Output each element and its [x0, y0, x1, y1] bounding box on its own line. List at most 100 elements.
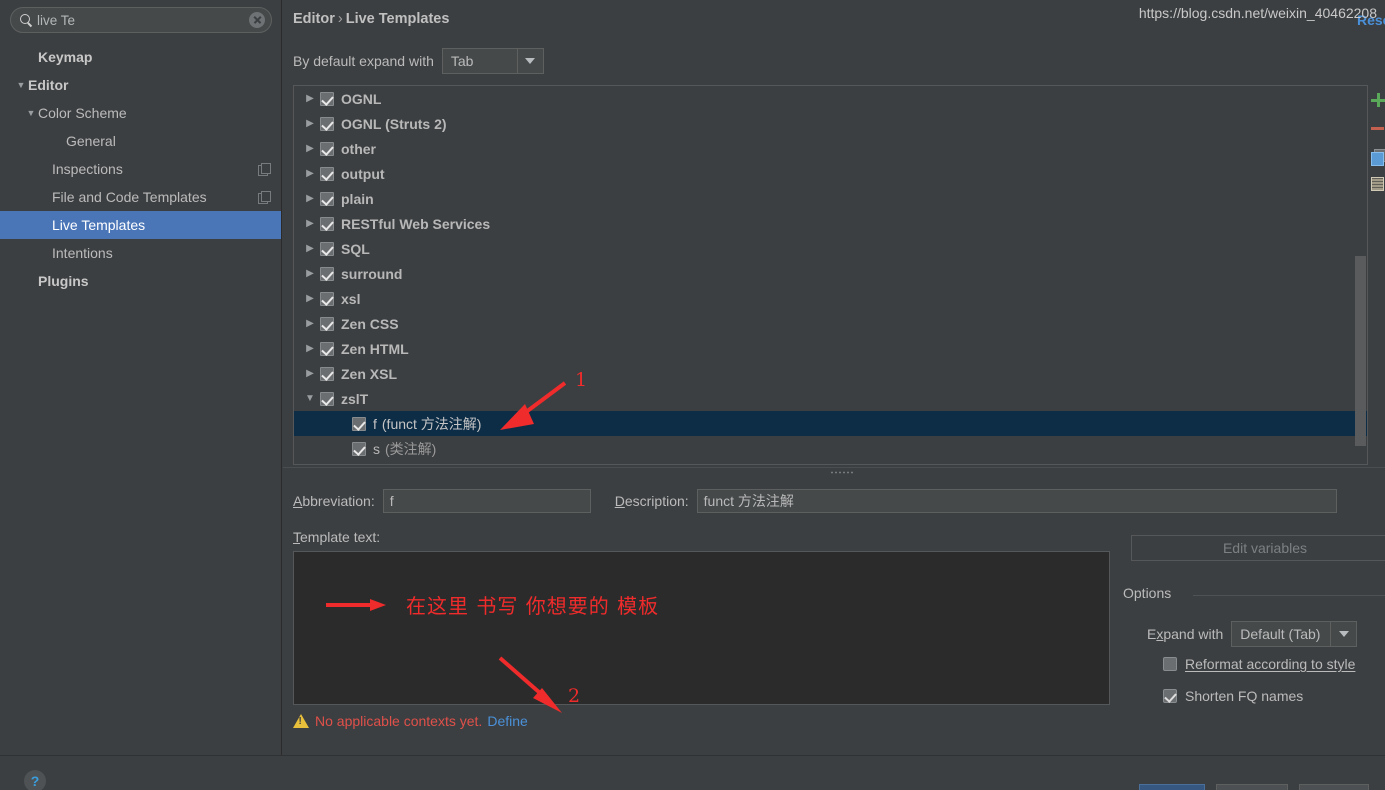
annotation-arrow-right [326, 599, 386, 611]
expand-arrow-icon[interactable]: ▼ [14, 71, 28, 99]
template-enabled-checkbox[interactable] [320, 366, 334, 381]
template-group-row[interactable]: ▶ Zen CSS [294, 311, 1367, 336]
template-enabled-checkbox[interactable] [320, 341, 334, 356]
sidebar-item-label: Keymap [38, 49, 93, 65]
template-enabled-checkbox[interactable] [352, 416, 366, 431]
sidebar-item-intentions[interactable]: Intentions [0, 239, 281, 267]
expand-arrow-icon[interactable]: ▶ [300, 168, 320, 179]
duplicate-template-button[interactable] [1370, 142, 1385, 170]
template-text-editor[interactable]: 在这里 书写 你想要的 模板 [293, 551, 1110, 705]
sidebar-item-label: Live Templates [52, 217, 146, 233]
chevron-down-icon[interactable] [1330, 622, 1356, 646]
template-group-row[interactable]: ▶ Zen HTML [294, 336, 1367, 361]
template-group-row[interactable]: ▼ zslT [294, 386, 1367, 411]
expand-arrow-icon[interactable]: ▶ [300, 193, 320, 204]
clear-search-icon[interactable] [249, 12, 265, 28]
sidebar-item-live-templates[interactable]: Live Templates [0, 211, 281, 239]
edit-variables-button[interactable]: Edit variables [1131, 535, 1385, 561]
define-context-link[interactable]: Define [487, 713, 527, 729]
breadcrumb-root[interactable]: Editor [293, 11, 335, 27]
template-group-row[interactable]: ▶ output [294, 161, 1367, 186]
template-enabled-checkbox[interactable] [320, 241, 334, 256]
remove-template-button[interactable] [1370, 114, 1385, 142]
template-group-row[interactable]: ▶ xsl [294, 286, 1367, 311]
expand-arrow-icon[interactable]: ▶ [300, 93, 320, 104]
expand-arrow-icon[interactable]: ▶ [300, 243, 320, 254]
sidebar-item-editor[interactable]: ▼ Editor [0, 71, 281, 99]
template-name: f [373, 415, 377, 432]
splitter-grip[interactable] [830, 471, 854, 474]
template-group-row[interactable]: ▶ surround [294, 261, 1367, 286]
template-tree[interactable]: ▶ OGNL ▶ OGNL (Struts 2) ▶ other ▶ output ▶ plain… [293, 85, 1368, 465]
expand-arrow-icon[interactable]: ▶ [300, 268, 320, 279]
sidebar-item-keymap[interactable]: Keymap [0, 43, 281, 71]
expand-arrow-icon[interactable]: ▶ [300, 318, 320, 329]
reformat-according-to-style-checkbox[interactable]: Reformat according to style [1163, 656, 1355, 672]
annotation-note: 在这里 书写 你想要的 模板 [406, 594, 660, 618]
default-expand-dropdown[interactable]: Tab [441, 48, 544, 74]
help-button[interactable]: ? [24, 770, 46, 790]
template-group-row[interactable]: ▶ OGNL (Struts 2) [294, 111, 1367, 136]
template-group-row[interactable]: ▶ OGNL [294, 86, 1367, 111]
abbreviation-row: Abbreviation: f Description: funct 方法注解 [293, 489, 1337, 513]
panel-splitter[interactable] [283, 467, 1385, 476]
ok-button[interactable]: OK [1139, 784, 1205, 790]
expand-arrow-icon[interactable]: ▶ [300, 143, 320, 154]
expand-arrow-icon[interactable]: ▶ [300, 343, 320, 354]
template-item[interactable]: s (类注解) [294, 436, 1367, 461]
template-item[interactable]: f (funct 方法注解) [294, 411, 1367, 436]
template-enabled-checkbox[interactable] [320, 91, 334, 106]
apply-button[interactable]: Apply [1299, 784, 1369, 790]
collapse-arrow-icon[interactable]: ▼ [300, 393, 320, 404]
template-group-row[interactable]: ▶ RESTful Web Services [294, 211, 1367, 236]
template-enabled-checkbox[interactable] [320, 166, 334, 181]
template-name: xsl [341, 290, 361, 307]
change-context-button[interactable] [1370, 170, 1385, 198]
sidebar-item-label: Editor [28, 77, 69, 93]
expand-with-value: Default (Tab) [1240, 626, 1321, 642]
template-enabled-checkbox[interactable] [320, 191, 334, 206]
expand-arrow-icon[interactable]: ▶ [300, 368, 320, 379]
expand-with-dropdown[interactable]: Default (Tab) [1231, 621, 1358, 647]
template-enabled-checkbox[interactable] [320, 116, 334, 131]
sidebar-search[interactable]: live Te [10, 7, 272, 33]
expand-arrow-icon[interactable]: ▶ [300, 118, 320, 129]
sidebar-item-label: General [66, 133, 116, 149]
template-name: Zen HTML [341, 340, 409, 357]
template-group-row[interactable]: ▶ plain [294, 186, 1367, 211]
breadcrumb-separator: › [337, 11, 343, 27]
description-label: Description: [614, 493, 689, 509]
copy-settings-icon[interactable] [258, 162, 271, 176]
template-enabled-checkbox[interactable] [320, 291, 334, 306]
sidebar-item-file-and-code-templates[interactable]: File and Code Templates [0, 183, 281, 211]
template-enabled-checkbox[interactable] [320, 266, 334, 281]
template-enabled-checkbox[interactable] [320, 391, 334, 406]
template-enabled-checkbox[interactable] [320, 141, 334, 156]
shorten-fq-names-checkbox[interactable]: Shorten FQ names [1163, 688, 1303, 704]
template-enabled-checkbox[interactable] [352, 441, 366, 456]
sidebar-item-inspections[interactable]: Inspections [0, 155, 281, 183]
expand-arrow-icon[interactable]: ▼ [24, 99, 38, 127]
abbreviation-input[interactable]: f [382, 489, 591, 513]
copy-settings-icon[interactable] [258, 190, 271, 204]
expand-arrow-icon[interactable]: ▶ [300, 218, 320, 229]
sidebar-item-color-scheme[interactable]: ▼ Color Scheme [0, 99, 281, 127]
expand-with-row: Expand with Default (Tab) [1147, 621, 1358, 647]
template-name: Zen XSL [341, 365, 398, 382]
template-group-row[interactable]: ▶ Zen XSL [294, 361, 1367, 386]
template-tree-scrollbar[interactable] [1355, 256, 1366, 446]
template-enabled-checkbox[interactable] [320, 316, 334, 331]
chevron-down-icon[interactable] [516, 49, 543, 73]
sidebar-item-plugins[interactable]: Plugins [0, 267, 281, 295]
description-input[interactable]: funct 方法注解 [696, 489, 1337, 513]
cancel-button[interactable]: Cancel [1216, 784, 1288, 790]
add-template-button[interactable] [1370, 86, 1385, 114]
remove-icon [1371, 126, 1384, 130]
template-enabled-checkbox[interactable] [320, 216, 334, 231]
search-input[interactable]: live Te [33, 13, 249, 28]
template-group-row[interactable]: ▶ SQL [294, 236, 1367, 261]
checkbox-box [1163, 657, 1177, 671]
sidebar-item-general[interactable]: General [0, 127, 281, 155]
expand-arrow-icon[interactable]: ▶ [300, 293, 320, 304]
template-group-row[interactable]: ▶ other [294, 136, 1367, 161]
